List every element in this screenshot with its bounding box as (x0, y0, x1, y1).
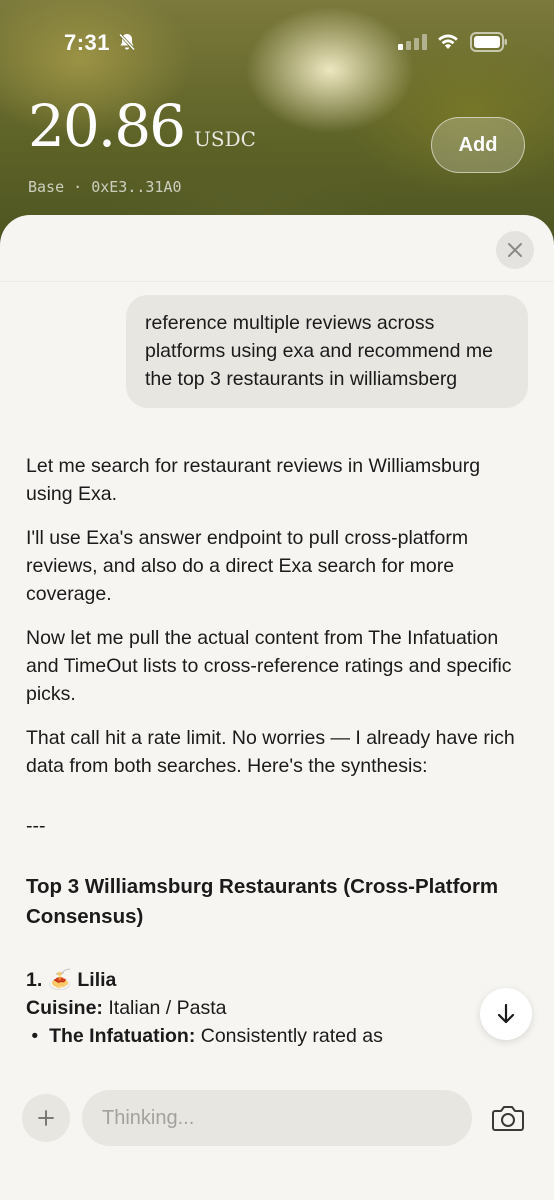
bullet-dot: • (26, 1025, 44, 1047)
status-bar: 7:31 (0, 22, 554, 62)
assistant-message: Let me search for restaurant reviews in … (26, 452, 526, 1050)
chat-sheet: reference multiple reviews across platfo… (0, 215, 554, 1200)
balance-unit: USDC (194, 127, 256, 151)
wifi-icon (438, 34, 458, 49)
wallet-header: 7:31 20.86 USDC Base · 0xE3..31A0 Add (0, 0, 554, 250)
pasta-icon: 🍝 (47, 969, 72, 991)
section-heading: Top 3 Williamsburg Restaurants (Cross-Pl… (26, 875, 499, 928)
status-time: 7:31 (64, 30, 111, 55)
camera-icon (492, 1106, 524, 1131)
assistant-paragraph: I'll use Exa's answer endpoint to pull c… (26, 527, 469, 605)
camera-button[interactable] (488, 1100, 528, 1136)
battery-icon (470, 32, 507, 52)
wallet-balance: 20.86 USDC (28, 92, 256, 160)
assistant-paragraph: That call hit a rate limit. No worries —… (26, 727, 515, 777)
plus-icon (38, 1110, 54, 1126)
message-input[interactable] (82, 1090, 472, 1146)
cuisine-value: Italian / Pasta (108, 997, 227, 1019)
restaurant-name: Lilia (77, 969, 117, 991)
signal-icon (398, 34, 427, 50)
scroll-down-button[interactable] (480, 988, 532, 1040)
wallet-address: Base · 0xE3..31A0 (28, 178, 182, 196)
assistant-paragraph: Now let me pull the actual content from … (26, 627, 512, 705)
composer-bar (0, 1080, 554, 1200)
bullet-label: The Infatuation: (49, 1025, 196, 1047)
separator: --- (26, 815, 46, 837)
balance-amount: 20.86 (28, 92, 186, 160)
assistant-paragraph: Let me search for restaurant reviews in … (26, 455, 481, 505)
sheet-divider (0, 281, 554, 282)
arrow-down-icon (497, 1003, 515, 1024)
close-button[interactable] (496, 231, 534, 269)
user-message-bubble: reference multiple reviews across platfo… (126, 295, 528, 408)
cuisine-label: Cuisine: (26, 997, 103, 1019)
restaurant-title: 1. 🍝 Lilia (26, 966, 526, 994)
attach-button[interactable] (22, 1094, 70, 1142)
close-icon (508, 243, 522, 257)
review-bullet: • The Infatuation: Consistently rated as (26, 1022, 526, 1050)
bullet-text: Consistently rated as (200, 1025, 383, 1047)
bell-off-icon (118, 33, 136, 51)
restaurant-number: 1. (26, 969, 43, 991)
cuisine-line: Cuisine: Italian / Pasta (26, 994, 526, 1022)
add-funds-button[interactable]: Add (431, 117, 525, 173)
